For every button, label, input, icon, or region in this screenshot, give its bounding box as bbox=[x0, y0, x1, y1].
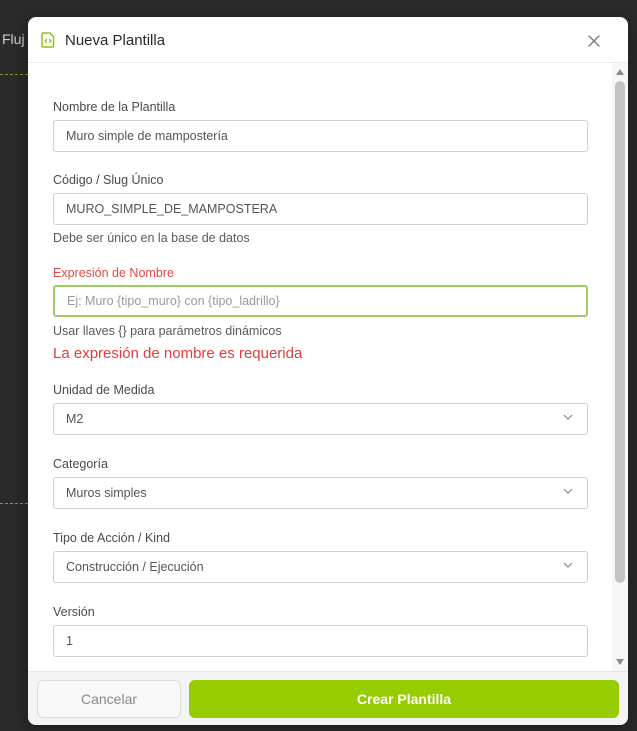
action-kind-select[interactable]: Construcción / Ejecución bbox=[53, 551, 588, 583]
template-name-label: Nombre de la Plantilla bbox=[53, 100, 176, 114]
modal-scrollbar[interactable] bbox=[612, 63, 628, 671]
chevron-down-icon bbox=[563, 488, 573, 494]
chevron-down-icon bbox=[563, 414, 573, 420]
background-divider bbox=[0, 74, 28, 75]
action-kind-value: Construcción / Ejecución bbox=[66, 560, 204, 574]
background-text: Fluj bbox=[2, 31, 25, 47]
version-value: 1 bbox=[66, 634, 73, 648]
slug-help-text: Debe ser único en la base de datos bbox=[53, 231, 250, 245]
category-select[interactable]: Muros simples bbox=[53, 477, 588, 509]
template-name-field[interactable]: Muro simple de mampostería bbox=[53, 120, 588, 152]
name-expression-error: La expresión de nombre es requerida bbox=[53, 345, 303, 362]
name-expression-label: Expresión de Nombre bbox=[53, 266, 174, 280]
modal-header: Nueva Plantilla bbox=[28, 17, 628, 63]
close-icon bbox=[588, 35, 600, 47]
name-expression-field[interactable] bbox=[53, 285, 588, 317]
slug-field[interactable]: MURO_SIMPLE_DE_MAMPOSTERA bbox=[53, 193, 588, 225]
action-kind-label: Tipo de Acción / Kind bbox=[53, 531, 170, 545]
new-template-modal: Nueva Plantilla Nombre de la Plantilla M… bbox=[28, 17, 628, 725]
scroll-down-arrow-icon[interactable] bbox=[616, 659, 624, 665]
chevron-down-icon bbox=[563, 562, 573, 568]
version-label: Versión bbox=[53, 605, 95, 619]
create-template-button[interactable]: Crear Plantilla bbox=[189, 680, 619, 718]
modal-title: Nueva Plantilla bbox=[65, 32, 166, 49]
document-code-icon bbox=[41, 32, 55, 48]
modal-footer: Cancelar Crear Plantilla bbox=[28, 671, 628, 725]
modal-body: Nombre de la Plantilla Muro simple de ma… bbox=[28, 63, 611, 671]
scroll-up-arrow-icon[interactable] bbox=[616, 69, 624, 75]
unit-select[interactable]: M2 bbox=[53, 403, 588, 435]
slug-value: MURO_SIMPLE_DE_MAMPOSTERA bbox=[66, 202, 278, 216]
category-label: Categoría bbox=[53, 457, 108, 471]
template-name-value: Muro simple de mampostería bbox=[66, 129, 228, 143]
close-button[interactable] bbox=[584, 31, 604, 51]
cancel-button[interactable]: Cancelar bbox=[37, 680, 181, 718]
slug-label: Código / Slug Único bbox=[53, 173, 164, 187]
scrollbar-thumb[interactable] bbox=[615, 81, 625, 583]
name-expression-help-text: Usar llaves {} para parámetros dinámicos bbox=[53, 324, 282, 338]
unit-label: Unidad de Medida bbox=[53, 383, 155, 397]
background-divider bbox=[0, 503, 28, 504]
unit-value: M2 bbox=[66, 412, 84, 426]
version-field[interactable]: 1 bbox=[53, 625, 588, 657]
category-value: Muros simples bbox=[66, 486, 147, 500]
